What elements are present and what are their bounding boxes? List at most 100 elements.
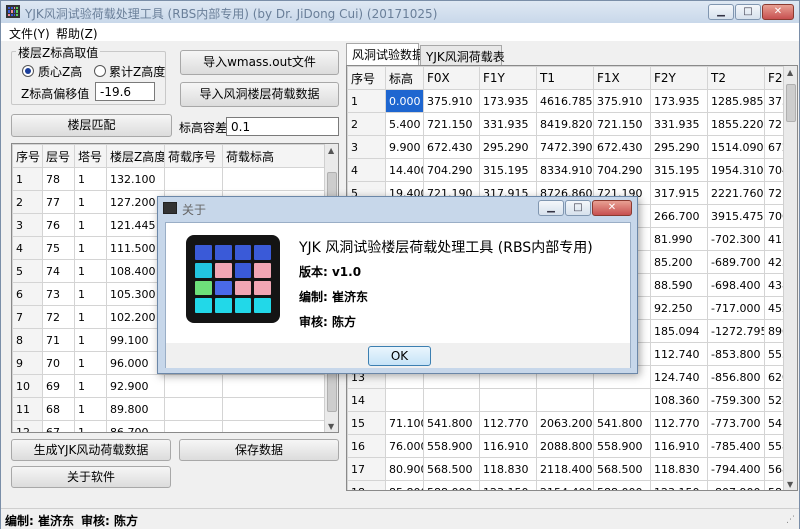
- table-cell[interactable]: 108.400: [106, 259, 165, 283]
- tab-wind-test-data[interactable]: 风洞试验数据: [346, 43, 424, 65]
- table-row[interactable]: 1885.800588.000123.1502154.400588.000123…: [347, 480, 788, 490]
- radio-cumulative-z[interactable]: [94, 65, 106, 77]
- table-cell[interactable]: 375.910: [423, 89, 480, 113]
- table-cell[interactable]: 86.700: [106, 420, 165, 432]
- table-cell[interactable]: 127.200: [106, 190, 165, 214]
- table-cell[interactable]: 672.430: [423, 135, 480, 159]
- table-cell[interactable]: 1: [74, 328, 107, 352]
- table-cell[interactable]: 112.740: [650, 342, 708, 366]
- table-cell[interactable]: -794.400: [707, 457, 765, 481]
- table-cell[interactable]: 8419.820: [536, 112, 594, 136]
- table-cell[interactable]: 1: [74, 374, 107, 398]
- table-cell[interactable]: 1855.220: [707, 112, 765, 136]
- table-cell[interactable]: -853.800: [707, 342, 765, 366]
- floor-column-header[interactable]: 序号: [12, 144, 43, 168]
- row-number-cell[interactable]: 10: [12, 374, 43, 398]
- wind-column-header[interactable]: F1X: [593, 66, 651, 90]
- table-cell[interactable]: [164, 374, 223, 398]
- save-data-button[interactable]: 保存数据: [179, 439, 339, 461]
- table-cell[interactable]: -856.800: [707, 365, 765, 389]
- table-cell[interactable]: 704.290: [593, 158, 651, 182]
- table-row[interactable]: 1676.000558.900116.9102088.800558.900116…: [347, 434, 788, 458]
- wind-column-header[interactable]: F2Y: [650, 66, 708, 90]
- table-row[interactable]: 11 68 1 89.800: [12, 397, 327, 421]
- table-cell[interactable]: 71.100: [385, 411, 424, 435]
- table-row[interactable]: 414.400704.290315.1958334.910704.290315.…: [347, 158, 788, 182]
- table-cell[interactable]: [222, 167, 327, 191]
- table-cell[interactable]: 315.195: [650, 158, 708, 182]
- table-cell[interactable]: 72: [42, 305, 75, 329]
- table-cell[interactable]: -689.700: [707, 250, 765, 274]
- table-cell[interactable]: 1: [74, 213, 107, 237]
- table-cell[interactable]: 541.800: [593, 411, 651, 435]
- table-cell[interactable]: 14.400: [385, 158, 424, 182]
- row-number-cell[interactable]: 17: [347, 457, 386, 481]
- table-cell[interactable]: 80.900: [385, 457, 424, 481]
- table-cell[interactable]: 81.990: [650, 227, 708, 251]
- title-bar[interactable]: YJK风洞试验荷载处理工具 (RBS内部专用) (by Dr. JiDong C…: [1, 1, 799, 23]
- wind-column-header[interactable]: T1: [536, 66, 594, 90]
- table-cell[interactable]: 558.900: [593, 434, 651, 458]
- table-cell[interactable]: 123.150: [650, 480, 708, 490]
- minimize-button[interactable]: ▁: [708, 4, 734, 20]
- import-wind-data-button[interactable]: 导入风洞楼层荷载数据: [180, 82, 339, 107]
- z-offset-input[interactable]: -19.6: [95, 82, 155, 101]
- table-cell[interactable]: 1: [74, 167, 107, 191]
- wind-column-header[interactable]: F0X: [423, 66, 480, 90]
- table-row[interactable]: 3 9.900 672.430 295.290 7472.390 672.430 295.2…: [347, 135, 788, 159]
- table-cell[interactable]: 331.935: [650, 112, 708, 136]
- table-cell[interactable]: 8334.910: [536, 158, 594, 182]
- table-cell[interactable]: 266.700: [650, 204, 708, 228]
- table-cell[interactable]: -1272.795: [707, 319, 765, 343]
- row-number-cell[interactable]: 11: [12, 397, 43, 421]
- table-cell[interactable]: 704.290: [423, 158, 480, 182]
- row-number-cell[interactable]: 7: [12, 305, 43, 329]
- row-number-cell[interactable]: 3: [347, 135, 386, 159]
- table-cell[interactable]: 89.800: [106, 397, 165, 421]
- table-cell[interactable]: 1514.090: [707, 135, 765, 159]
- table-row[interactable]: 1 0.000 375.910 173.935 4616.785 375.910 173.9…: [347, 89, 788, 113]
- table-cell[interactable]: 1: [74, 236, 107, 260]
- table-cell[interactable]: -759.300: [707, 388, 765, 412]
- table-cell[interactable]: 3915.475: [707, 204, 765, 228]
- table-cell[interactable]: 568.500: [423, 457, 480, 481]
- maximize-button[interactable]: □: [735, 4, 761, 20]
- wind-column-header[interactable]: T2: [707, 66, 765, 90]
- table-cell[interactable]: 73: [42, 282, 75, 306]
- table-cell[interactable]: 721.150: [423, 112, 480, 136]
- table-row[interactable]: 12 67 1 86.700: [12, 420, 327, 432]
- table-cell[interactable]: 2063.200: [536, 411, 594, 435]
- table-cell[interactable]: 68: [42, 397, 75, 421]
- wind-column-header[interactable]: F1Y: [479, 66, 537, 90]
- table-cell[interactable]: 173.935: [479, 89, 537, 113]
- about-ok-button[interactable]: OK: [368, 346, 431, 366]
- floor-column-header[interactable]: 荷载序号: [164, 144, 223, 168]
- table-cell[interactable]: 67: [42, 420, 75, 432]
- table-cell[interactable]: 541.800: [423, 411, 480, 435]
- row-number-cell[interactable]: 4: [12, 236, 43, 260]
- table-cell[interactable]: 111.500: [106, 236, 165, 260]
- table-cell[interactable]: [593, 388, 651, 412]
- scroll-up-icon[interactable]: ▲: [328, 146, 334, 155]
- row-number-cell[interactable]: 2: [12, 190, 43, 214]
- table-cell[interactable]: 99.100: [106, 328, 165, 352]
- table-cell[interactable]: 185.094: [650, 319, 708, 343]
- table-cell[interactable]: 0.000: [385, 89, 424, 113]
- wind-scroll-down-icon[interactable]: ▼: [787, 480, 793, 489]
- table-cell[interactable]: [164, 397, 223, 421]
- row-number-cell[interactable]: 1: [347, 89, 386, 113]
- table-cell[interactable]: 74: [42, 259, 75, 283]
- table-cell[interactable]: 105.300: [106, 282, 165, 306]
- table-cell[interactable]: 102.200: [106, 305, 165, 329]
- tolerance-input[interactable]: 0.1: [226, 117, 339, 136]
- table-cell[interactable]: 1: [74, 282, 107, 306]
- wind-column-header[interactable]: 标高: [385, 66, 424, 90]
- table-cell[interactable]: 5.400: [385, 112, 424, 136]
- table-cell[interactable]: [222, 374, 327, 398]
- table-cell[interactable]: -698.400: [707, 273, 765, 297]
- table-cell[interactable]: 2154.400: [536, 480, 594, 490]
- wind-column-header[interactable]: 序号: [347, 66, 386, 90]
- table-cell[interactable]: 2088.800: [536, 434, 594, 458]
- table-cell[interactable]: 132.100: [106, 167, 165, 191]
- table-cell[interactable]: 96.000: [106, 351, 165, 375]
